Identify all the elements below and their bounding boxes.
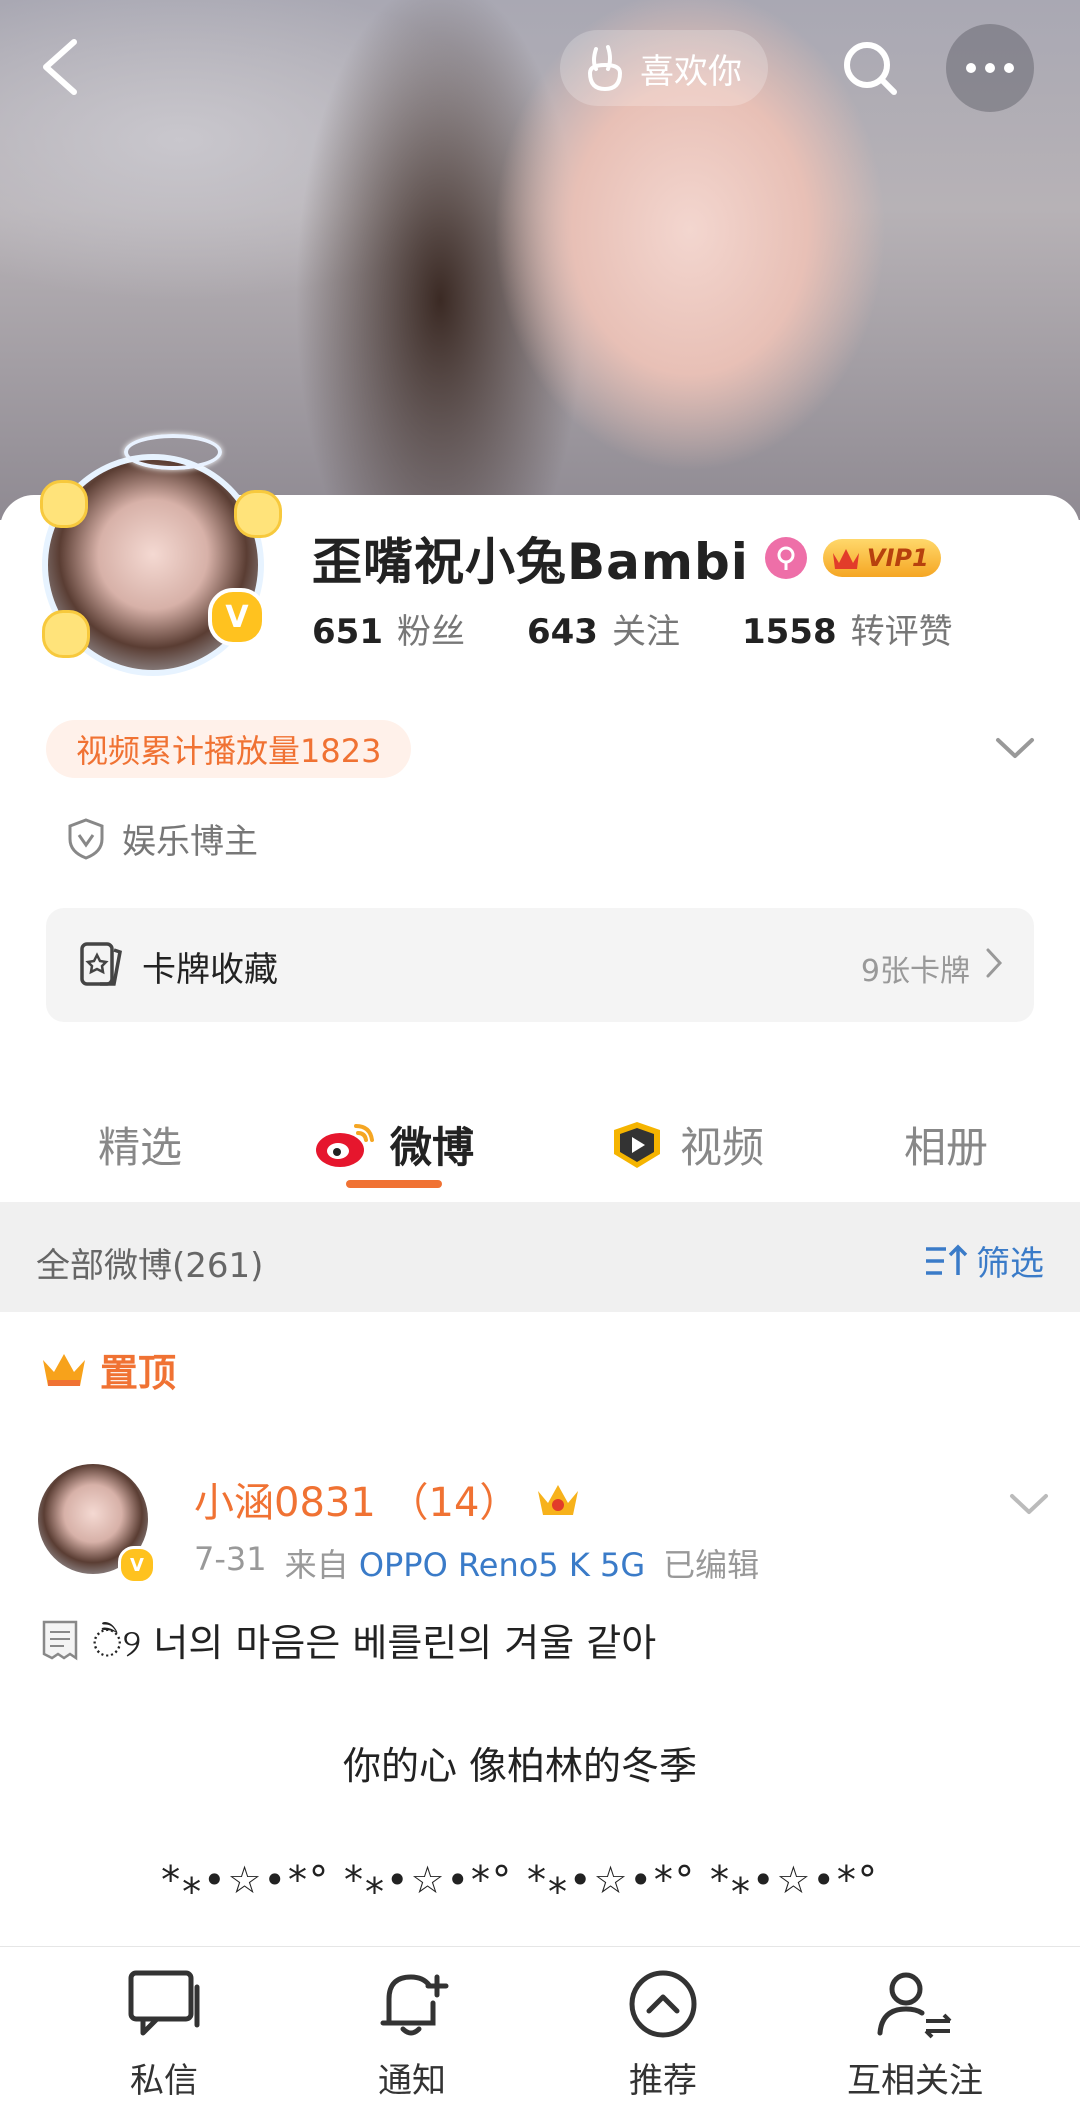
video-badge-icon (614, 1121, 660, 1168)
more-dots-icon (966, 63, 1014, 73)
post-line-1: ੈ୨ 너의 마음은 베를린의 겨울 같아 (92, 1621, 657, 1665)
nav-label: 推荐 (629, 2061, 697, 2101)
stat-label: 转评赞 (850, 612, 953, 652)
post-meta: 7-31 来自 OPPO Reno5 K 5G 已编辑 (194, 1540, 759, 1586)
tab-label: 相册 (904, 1123, 989, 1172)
tab-label: 精选 (98, 1123, 183, 1172)
pinned-label-row: 置顶 (40, 1342, 176, 1397)
like-label: 喜欢你 (640, 51, 742, 92)
back-button[interactable] (30, 32, 90, 102)
vip-crown-icon (538, 1485, 579, 1515)
tab-label: 微博 (390, 1123, 475, 1172)
stat-value: 643 (526, 612, 598, 652)
message-icon (128, 1970, 200, 2036)
lemon-decoration (42, 610, 90, 658)
tab-label: 视频 (680, 1123, 765, 1172)
nav-notifications[interactable]: 通知 (312, 1963, 512, 2102)
nav-recommend[interactable]: 推荐 (563, 1963, 763, 2102)
lemon-decoration (40, 480, 88, 528)
search-icon (844, 42, 897, 95)
pinned-label: 置顶 (100, 1351, 177, 1395)
bottom-navigation: 私信 通知 推荐 互相关注 (0, 1946, 1080, 2110)
vip-badge[interactable]: VIP1 (822, 539, 941, 577)
post-line-2: 你的心 像柏林的冬季 (342, 1744, 698, 1788)
chevron-down-icon (996, 738, 1034, 758)
tab-videos[interactable]: 视频 (608, 1114, 764, 1175)
like-you-button[interactable]: 喜欢你 (560, 30, 768, 106)
rabbit-icon (587, 45, 623, 92)
post-author-avatar[interactable]: V (32, 1450, 156, 1584)
role-row: 娱乐博主 (66, 814, 258, 863)
female-icon (764, 537, 807, 579)
stats-row: 651 粉丝 643 关注 1558 转评赞 (312, 604, 953, 653)
post-text-line: ੈ୨ 너의 마음은 베를린의 겨울 같아 (36, 1612, 656, 1667)
stat-interactions[interactable]: 1558 转评赞 (742, 604, 953, 653)
top-bar: 喜欢你 (0, 0, 1080, 135)
profile-tabs: 精选 微博 视频 相册 (0, 1100, 1080, 1200)
card-collection-count: 9张卡牌 (860, 954, 970, 989)
nav-messages[interactable]: 私信 (64, 1963, 264, 2102)
search-button[interactable] (836, 34, 906, 104)
nav-label: 通知 (378, 2061, 446, 2101)
stat-label: 粉丝 (396, 612, 465, 652)
filter-label: 筛选 (976, 1244, 1044, 1284)
feed-filter-bar: 全部微博(261) 筛选 (0, 1202, 1080, 1312)
lemon-decoration (234, 490, 282, 538)
all-posts-label[interactable]: 全部微博(261) (36, 1238, 263, 1287)
stat-value: 1558 (741, 612, 837, 652)
crown-icon (43, 1353, 85, 1386)
post-edited-label: 已编辑 (663, 1546, 760, 1584)
mutual-follow-icon (877, 1972, 952, 2039)
receipt-emoji-icon (42, 1620, 78, 1660)
nav-label: 私信 (130, 2061, 198, 2101)
profile-name: 歪嘴祝小兔Bambi (312, 533, 749, 591)
tab-albums[interactable]: 相册 (904, 1114, 988, 1175)
back-arrow-icon (43, 39, 77, 95)
nav-mutual-follow[interactable]: 互相关注 (815, 1963, 1015, 2102)
bell-add-icon (380, 1974, 449, 2036)
video-play-count-badge[interactable]: 视频累计播放量1823 (46, 720, 412, 778)
vip-label: VIP1 (866, 544, 929, 572)
card-collection-title: 卡牌收藏 (142, 950, 278, 990)
post-source-link[interactable]: OPPO Reno5 K 5G (359, 1546, 645, 1584)
shield-icon (68, 817, 104, 860)
post-line-3: *⁎•☆•*° *⁎•☆•*° *⁎•☆•*° *⁎•☆•*° (161, 1858, 879, 1902)
tab-featured[interactable]: 精选 (98, 1114, 182, 1175)
stat-value: 651 (312, 612, 383, 652)
post-date: 7-31 (194, 1540, 267, 1578)
verified-badge-icon: V (208, 588, 266, 646)
chevron-down-icon (1010, 1494, 1048, 1514)
halo-decoration (124, 434, 222, 470)
tab-weibo[interactable]: 微博 (314, 1114, 474, 1175)
more-button[interactable] (946, 24, 1034, 112)
expand-profile-button[interactable] (990, 728, 1040, 768)
card-collection-row[interactable]: 卡牌收藏 9张卡牌 (46, 908, 1034, 1022)
nav-label: 互相关注 (847, 2061, 983, 2101)
active-tab-indicator (346, 1180, 442, 1188)
stat-label: 关注 (611, 612, 680, 652)
chevron-right-icon (986, 948, 1003, 978)
crown-icon (832, 549, 859, 569)
filter-sort-icon (926, 1244, 968, 1275)
role-label: 娱乐博主 (122, 822, 258, 862)
name-row: 歪嘴祝小兔Bambi VIP1 (312, 522, 941, 594)
post-options-button[interactable] (1004, 1484, 1054, 1524)
post-author-name: 小涵0831 （14） (194, 1480, 520, 1526)
post-source-prefix: 来自 (284, 1546, 349, 1584)
card-icon (80, 942, 123, 986)
filter-button[interactable]: 筛选 (924, 1236, 1044, 1285)
weibo-logo-icon (316, 1123, 374, 1167)
recommend-icon (629, 1970, 697, 2038)
verified-badge-icon: V (118, 1546, 156, 1584)
stat-following[interactable]: 643 关注 (527, 604, 680, 653)
stat-fans[interactable]: 651 粉丝 (312, 604, 465, 653)
profile-avatar[interactable]: V (38, 420, 282, 670)
post-author-row[interactable]: 小涵0831 （14） (194, 1470, 581, 1528)
